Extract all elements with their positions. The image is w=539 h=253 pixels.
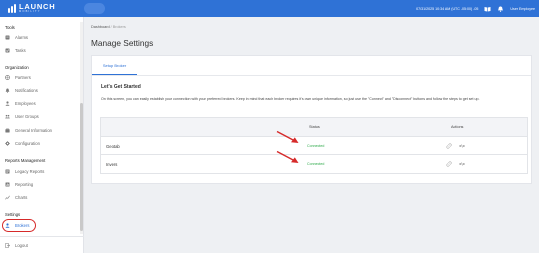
sidebar-item-label: Reporting [15,182,34,187]
user-menu[interactable]: User Employee [510,7,535,11]
sidebar-item-label: Alarms [15,35,29,40]
tasks-icon [5,48,10,53]
logo-tagline: MOBILITY [19,10,41,14]
sidebar-divider [0,236,84,237]
sidebar-item-charts[interactable]: Charts [4,193,76,202]
intro-text: On this screen, you can easily establish… [101,97,480,101]
sidebar-item-employees[interactable]: Employees [4,99,76,108]
brokers-highlight-annotation [2,219,36,232]
settings-card: Setup Broker Let's Get Started On this s… [91,55,532,184]
datetime-display: 07/31/2025 10:34 AM (UTC -05:00) -05 [416,6,479,11]
sidebar-item-label: Employees [15,101,36,106]
disconnect-unlink-icon[interactable] [459,143,465,149]
brokers-table: Status Actions Geotab Connected Invers C… [100,117,528,174]
sidebar-item-label: Charts [15,195,28,200]
report-icon [5,169,10,174]
status-badge: Connected [307,144,325,148]
sidebar-scrollbar-thumb[interactable] [80,103,83,231]
person-icon [5,101,10,106]
logout-label: Logout [15,243,28,248]
sidebar-item-label: Partners [15,75,31,80]
gear-icon [5,141,10,146]
annotation-arrow-icon [276,150,299,163]
sidebar-item-general-information[interactable]: General Information [4,126,76,135]
briefcase-icon [5,128,10,133]
table-header: Status Actions [101,118,527,137]
sidebar-item-label: Configuration [15,141,40,146]
users-icon [5,114,10,119]
section-title-reports-management: Reports Management [5,158,46,163]
bell-icon[interactable] [497,6,504,12]
logo-mark-icon [8,4,17,13]
bar-chart-icon [5,182,10,187]
logout-button[interactable]: Logout [4,241,76,250]
breadcrumb-root[interactable]: Dashboard [91,25,110,29]
connect-link-icon[interactable] [446,161,452,167]
sidebar-item-alarms[interactable]: Alarms [4,33,76,42]
sidebar-item-label: Legacy Reports [15,169,45,174]
sidebar-item-label: Tasks [15,48,26,53]
section-title-tools: Tools [5,25,15,30]
globe-icon [5,75,10,80]
section-title-settings: Settings [5,212,21,217]
table-row: Geotab Connected [101,137,527,155]
section-title-organization: Organization [5,65,29,70]
top-bar: LAUNCH MOBILITY 07/31/2025 10:34 AM (UTC… [0,0,539,17]
sidebar-item-tasks[interactable]: Tasks [4,46,76,55]
bell-icon [5,88,10,93]
tab-setup-broker[interactable]: Setup Broker [92,56,137,75]
annotation-arrow-icon [276,130,299,143]
sidebar-item-label: Notifications [15,88,38,93]
disconnect-unlink-icon[interactable] [459,161,465,167]
book-icon[interactable] [484,6,491,12]
column-header-status: Status [309,125,320,129]
line-chart-icon [5,195,10,200]
broker-name: Geotab [106,144,120,149]
launch-mobility-logo[interactable]: LAUNCH MOBILITY [8,2,55,15]
logout-icon [5,243,10,248]
sidebar-item-configuration[interactable]: Configuration [4,139,76,148]
breadcrumb-current: Brokers [112,25,126,29]
sidebar-item-partners[interactable]: Partners [4,73,76,82]
breadcrumb: Dashboard / Brokers [91,25,126,29]
top-search-pill[interactable] [84,3,105,14]
connect-link-icon[interactable] [446,143,452,149]
sidebar-item-notifications[interactable]: Notifications [4,86,76,95]
tab-divider [92,75,531,76]
table-row: Invers Connected [101,155,527,173]
status-badge: Connected [307,162,325,166]
sidebar-item-label: User Groups [15,114,39,119]
sidebar-item-legacy-reports[interactable]: Legacy Reports [4,167,76,176]
sidebar-item-reporting[interactable]: Reporting [4,180,76,189]
section-heading: Let's Get Started [101,84,141,90]
sidebar-item-user-groups[interactable]: User Groups [4,112,76,121]
sidebar-item-label: General Information [15,128,53,133]
column-header-actions: Actions [451,125,464,129]
broker-name: Invers [106,162,118,167]
alarm-icon [5,35,10,40]
page-title: Manage Settings [91,38,154,48]
